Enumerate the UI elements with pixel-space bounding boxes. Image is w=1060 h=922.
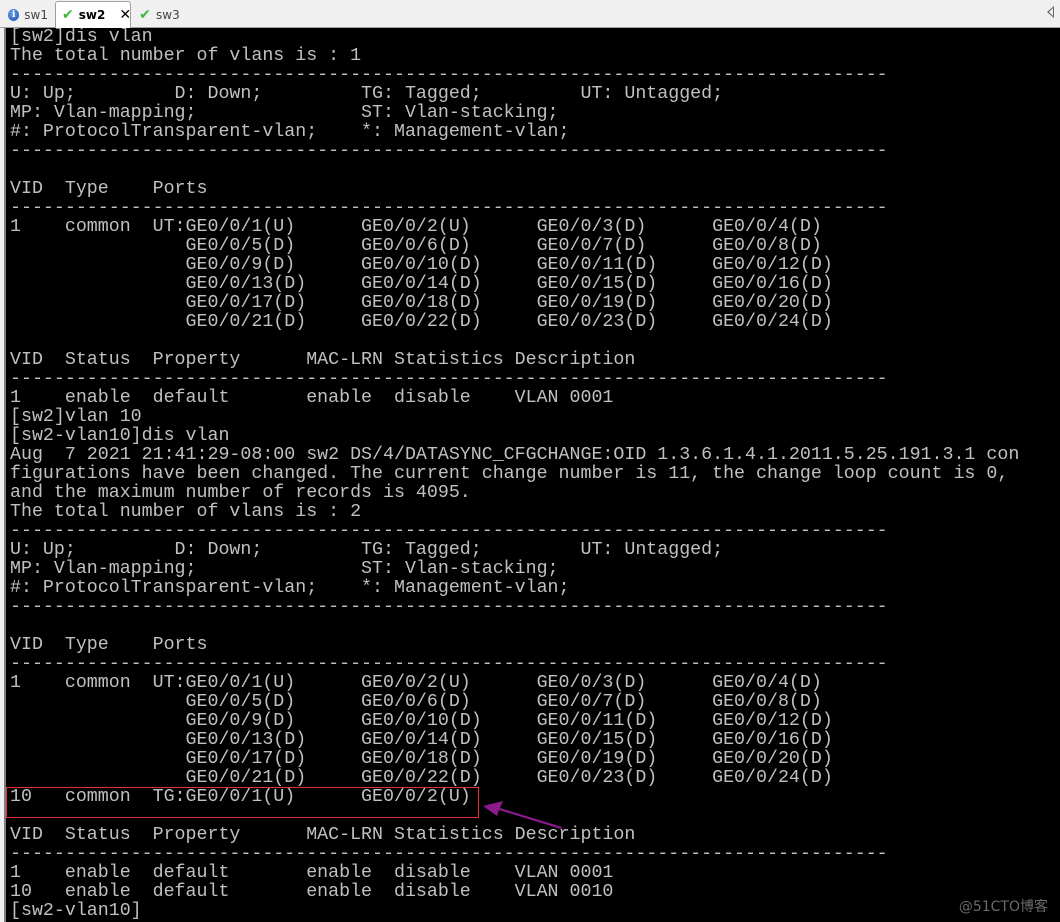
terminal-line: Aug 7 2021 21:41:29-08:00 sw2 DS/4/DATAS… (10, 445, 1020, 465)
terminal-line: [sw2]vlan 10 (10, 407, 142, 427)
check-icon: ✔ (139, 6, 151, 23)
terminal-line: MP: Vlan-mapping; ST: Vlan-stacking; (10, 559, 559, 579)
terminal-line: VID Status Property MAC-LRN Statistics D… (10, 825, 636, 845)
terminal-line: MP: Vlan-mapping; ST: Vlan-stacking; (10, 103, 559, 123)
tab-sw1[interactable]: i sw1 (2, 3, 54, 26)
terminal-line: GE0/0/13(D) GE0/0/14(D) GE0/0/15(D) GE0/… (10, 730, 833, 750)
scroll-tabs-left-icon[interactable] (1047, 6, 1054, 18)
tab-label: sw3 (156, 7, 180, 22)
close-tab-icon[interactable]: ✕ (119, 7, 131, 23)
tab-label: sw2 (78, 8, 106, 22)
tab-label: sw1 (24, 7, 48, 22)
terminal-line: GE0/0/5(D) GE0/0/6(D) GE0/0/7(D) GE0/0/8… (10, 236, 822, 256)
terminal-line: VID Status Property MAC-LRN Statistics D… (10, 350, 636, 370)
terminal-line: VID Type Ports (10, 635, 208, 655)
terminal-line: 1 common UT:GE0/0/1(U) GE0/0/2(U) GE0/0/… (10, 217, 822, 237)
terminal-line: The total number of vlans is : 1 (10, 46, 362, 66)
terminal-line: [sw2-vlan10] (10, 901, 142, 921)
terminal-line: ----------------------------------------… (10, 654, 888, 674)
session-tab-bar: i sw1 ✔ sw2 ✕ ✔ sw3 (0, 0, 1060, 28)
terminal-line: [sw2]dis vlan (10, 28, 153, 47)
terminal-line: ----------------------------------------… (10, 844, 888, 864)
terminal-line: GE0/0/9(D) GE0/0/10(D) GE0/0/11(D) GE0/0… (10, 711, 833, 731)
terminal-line: 10 enable default enable disable VLAN 00… (10, 882, 614, 902)
terminal-line: #: ProtocolTransparent-vlan; *: Manageme… (10, 578, 570, 598)
terminal-line: [sw2-vlan10]dis vlan (10, 426, 230, 446)
terminal-line: U: Up; D: Down; TG: Tagged; UT: Untagged… (10, 540, 724, 560)
terminal-line: ----------------------------------------… (10, 65, 888, 85)
terminal-line: figurations have been changed. The curre… (10, 464, 1009, 484)
terminal-line: ----------------------------------------… (10, 369, 888, 389)
terminal-line: ----------------------------------------… (10, 597, 888, 617)
terminal-line: The total number of vlans is : 2 (10, 502, 362, 522)
terminal-line: GE0/0/21(D) GE0/0/22(D) GE0/0/23(D) GE0/… (10, 768, 833, 788)
terminal-line: 1 common UT:GE0/0/1(U) GE0/0/2(U) GE0/0/… (10, 673, 822, 693)
terminal-line: #: ProtocolTransparent-vlan; *: Manageme… (10, 122, 570, 142)
tab-sw3[interactable]: ✔ sw3 (133, 3, 189, 26)
terminal-line: and the maximum number of records is 409… (10, 483, 471, 503)
terminal-line: GE0/0/17(D) GE0/0/18(D) GE0/0/19(D) GE0/… (10, 293, 833, 313)
terminal-line: U: Up; D: Down; TG: Tagged; UT: Untagged… (10, 84, 724, 104)
terminal-line: GE0/0/5(D) GE0/0/6(D) GE0/0/7(D) GE0/0/8… (10, 692, 822, 712)
terminal-line: ----------------------------------------… (10, 198, 888, 218)
terminal-line: GE0/0/17(D) GE0/0/18(D) GE0/0/19(D) GE0/… (10, 749, 833, 769)
terminal-line: 1 enable default enable disable VLAN 000… (10, 863, 614, 883)
terminal-line: GE0/0/21(D) GE0/0/22(D) GE0/0/23(D) GE0/… (10, 312, 833, 332)
terminal-line: ----------------------------------------… (10, 141, 888, 161)
info-icon: i (8, 8, 20, 21)
tab-sw2[interactable]: ✔ sw2 ✕ (55, 1, 131, 28)
terminal-line: GE0/0/9(D) GE0/0/10(D) GE0/0/11(D) GE0/0… (10, 255, 833, 275)
watermark: @51CTO博客 (958, 899, 1048, 915)
terminal-line: 1 enable default enable disable VLAN 000… (10, 388, 614, 408)
highlight-box-vlan10-row (6, 787, 479, 818)
terminal-line: GE0/0/13(D) GE0/0/14(D) GE0/0/15(D) GE0/… (10, 274, 833, 294)
check-icon: ✔ (62, 7, 74, 23)
terminal-line: ----------------------------------------… (10, 521, 888, 541)
terminal-line: VID Type Ports (10, 179, 208, 199)
